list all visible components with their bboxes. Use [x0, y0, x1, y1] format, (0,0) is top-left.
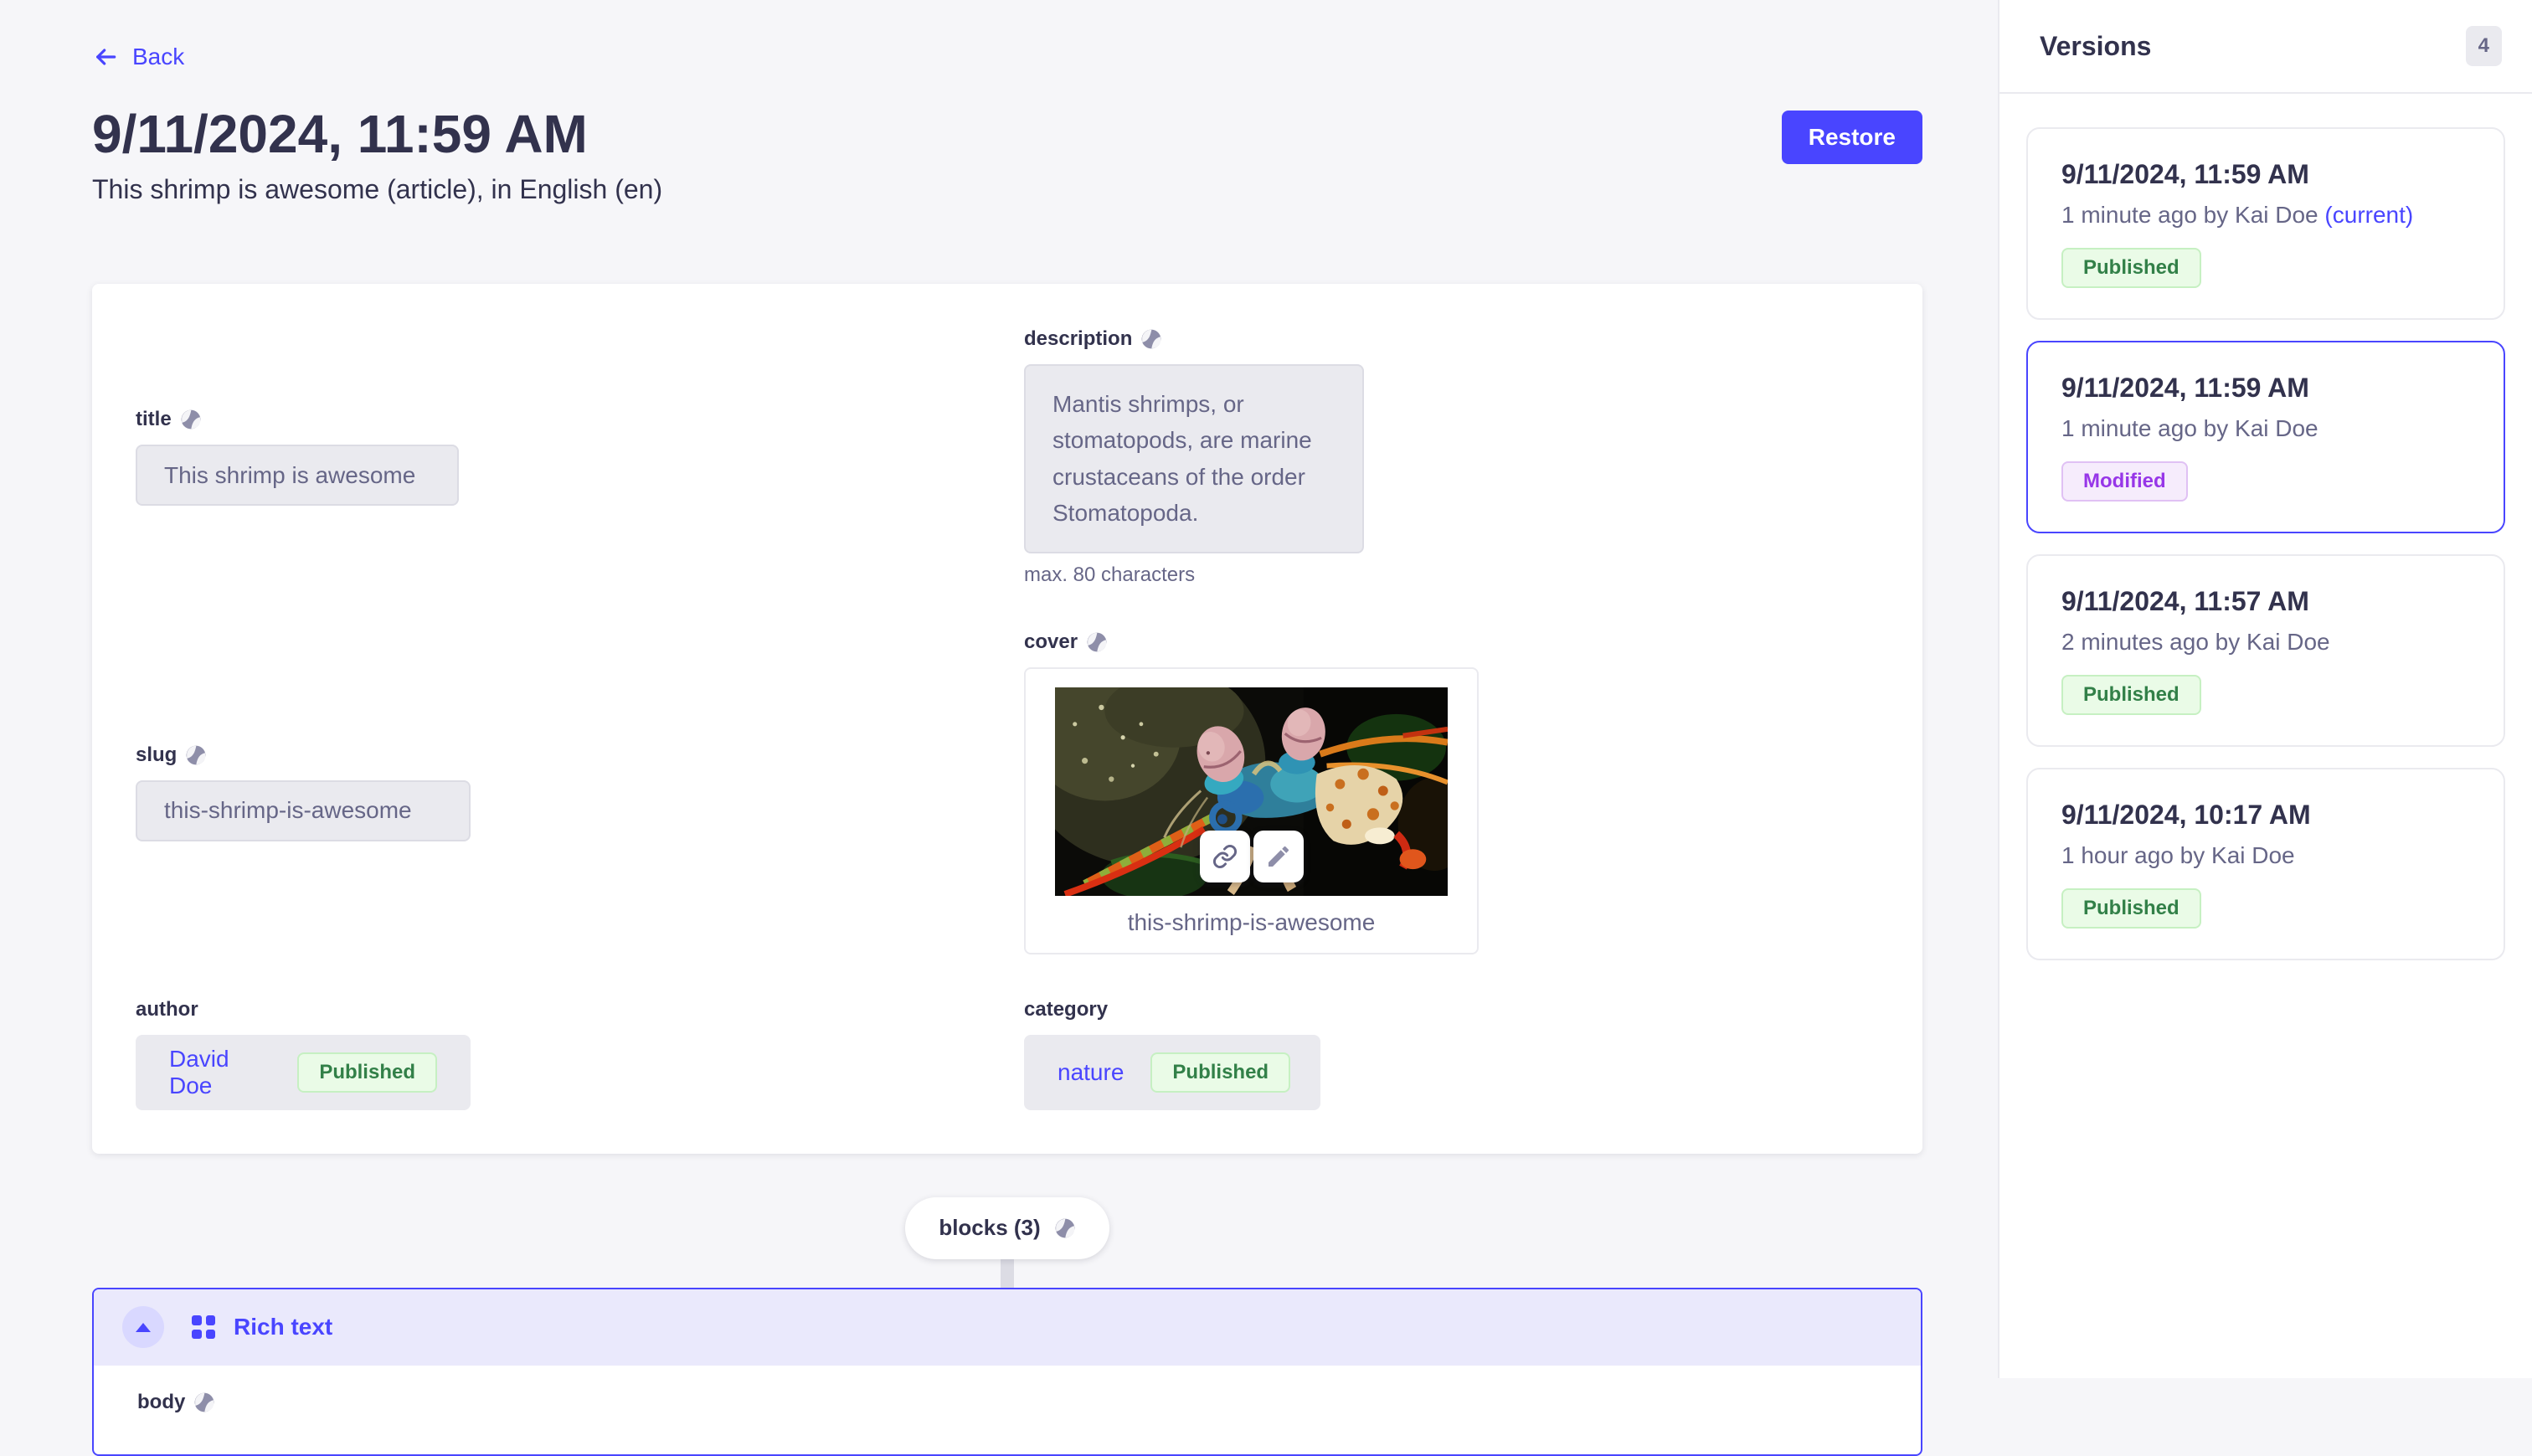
version-current-label: (current) — [2324, 202, 2413, 228]
page-subtitle: This shrimp is awesome (article), in Eng… — [92, 174, 662, 205]
version-status-badge: Published — [2061, 248, 2201, 288]
body-field-label: body — [137, 1391, 185, 1414]
cover-asset-card: this-shrimp-is-awesome — [1024, 667, 1479, 954]
cover-caption: this-shrimp-is-awesome — [1055, 909, 1448, 946]
field-slug: slug this-shrimp-is-awesome — [136, 743, 991, 841]
globe-icon — [1086, 631, 1108, 653]
version-date: 9/11/2024, 11:59 AM — [2061, 159, 2470, 190]
field-description: description Mantis shrimps, or stomatopo… — [1024, 327, 1879, 587]
versions-title: Versions — [2040, 31, 2151, 62]
globe-icon — [1140, 328, 1162, 350]
version-date: 9/11/2024, 11:57 AM — [2061, 586, 2470, 617]
field-cover: cover — [1024, 630, 1879, 954]
version-status-badge: Published — [2061, 675, 2201, 715]
category-status-badge: Published — [1150, 1052, 1290, 1093]
blocks-pill: blocks (3) — [905, 1197, 1109, 1259]
field-title: title This shrimp is awesome — [136, 408, 991, 506]
page-title: 9/11/2024, 11:59 AM — [92, 102, 662, 166]
collapse-block-button[interactable] — [122, 1306, 164, 1348]
main-content: Back 9/11/2024, 11:59 AM This shrimp is … — [0, 0, 1998, 1378]
versions-list: 9/11/2024, 11:59 AM 1 minute ago by Kai … — [1999, 94, 2532, 994]
globe-icon — [185, 744, 207, 766]
arrow-left-icon — [92, 44, 119, 70]
author-relation-link[interactable]: David Doe — [169, 1046, 270, 1099]
versions-header: Versions 4 — [1999, 0, 2532, 94]
version-meta: 2 minutes ago by Kai Doe — [2061, 629, 2470, 656]
versions-sidebar: Versions 4 9/11/2024, 11:59 AM 1 minute … — [1998, 0, 2532, 1378]
page-header: 9/11/2024, 11:59 AM This shrimp is aweso… — [92, 102, 1922, 205]
rich-text-block-header[interactable]: Rich text — [94, 1289, 1921, 1366]
pencil-icon — [1265, 843, 1292, 870]
back-link[interactable]: Back — [92, 44, 184, 70]
version-card[interactable]: 9/11/2024, 11:57 AM 2 minutes ago by Kai… — [2026, 554, 2505, 747]
back-label: Back — [132, 44, 184, 70]
chevron-up-icon — [136, 1323, 151, 1332]
title-field-label: title — [136, 408, 172, 431]
cover-field-label: cover — [1024, 630, 1078, 654]
title-input: This shrimp is awesome — [136, 445, 459, 506]
version-status-badge: Modified — [2061, 461, 2188, 502]
globe-icon — [180, 409, 202, 430]
rich-text-block-title: Rich text — [234, 1314, 332, 1340]
field-author: author David Doe Published — [136, 998, 991, 1110]
version-meta: 1 minute ago by Kai Doe (current) — [2061, 202, 2470, 229]
category-field-label: category — [1024, 998, 1108, 1021]
author-field-label: author — [136, 998, 198, 1021]
blocks-pill-label: blocks (3) — [939, 1215, 1040, 1241]
version-card[interactable]: 9/11/2024, 10:17 AM 1 hour ago by Kai Do… — [2026, 768, 2505, 960]
version-date: 9/11/2024, 10:17 AM — [2061, 800, 2470, 831]
component-grid-icon — [192, 1315, 215, 1339]
version-card[interactable]: 9/11/2024, 11:59 AM 1 minute ago by Kai … — [2026, 127, 2505, 320]
category-relation-link[interactable]: nature — [1058, 1059, 1124, 1086]
rich-text-block-body: body — [94, 1366, 1921, 1454]
block-connector — [1001, 1259, 1014, 1288]
slug-field-label: slug — [136, 743, 177, 767]
rich-text-block: Rich text body — [92, 1288, 1922, 1456]
author-relation-box: David Doe Published — [136, 1035, 471, 1110]
version-fields-card: title This shrimp is awesome description… — [92, 284, 1922, 1154]
version-meta: 1 minute ago by Kai Doe — [2061, 415, 2470, 442]
category-relation-box: nature Published — [1024, 1035, 1320, 1110]
link-icon — [1212, 843, 1238, 870]
author-status-badge: Published — [297, 1052, 437, 1093]
restore-button[interactable]: Restore — [1782, 111, 1922, 164]
blocks-zone: blocks (3) Rich text body — [92, 1197, 1922, 1456]
copy-link-button[interactable] — [1200, 831, 1250, 882]
globe-icon — [193, 1392, 215, 1413]
cover-actions — [1200, 831, 1304, 882]
version-date: 9/11/2024, 11:59 AM — [2061, 373, 2470, 404]
globe-icon — [1054, 1217, 1076, 1239]
description-hint: max. 80 characters — [1024, 563, 1879, 587]
slug-input: this-shrimp-is-awesome — [136, 780, 471, 841]
versions-count-badge: 4 — [2466, 26, 2502, 66]
description-textarea: Mantis shrimps, or stomatopods, are mari… — [1024, 364, 1364, 553]
version-card-selected[interactable]: 9/11/2024, 11:59 AM 1 minute ago by Kai … — [2026, 341, 2505, 533]
field-category: category nature Published — [1024, 998, 1879, 1110]
version-meta: 1 hour ago by Kai Doe — [2061, 842, 2470, 869]
version-status-badge: Published — [2061, 888, 2201, 929]
edit-asset-button[interactable] — [1253, 831, 1304, 882]
description-field-label: description — [1024, 327, 1132, 351]
